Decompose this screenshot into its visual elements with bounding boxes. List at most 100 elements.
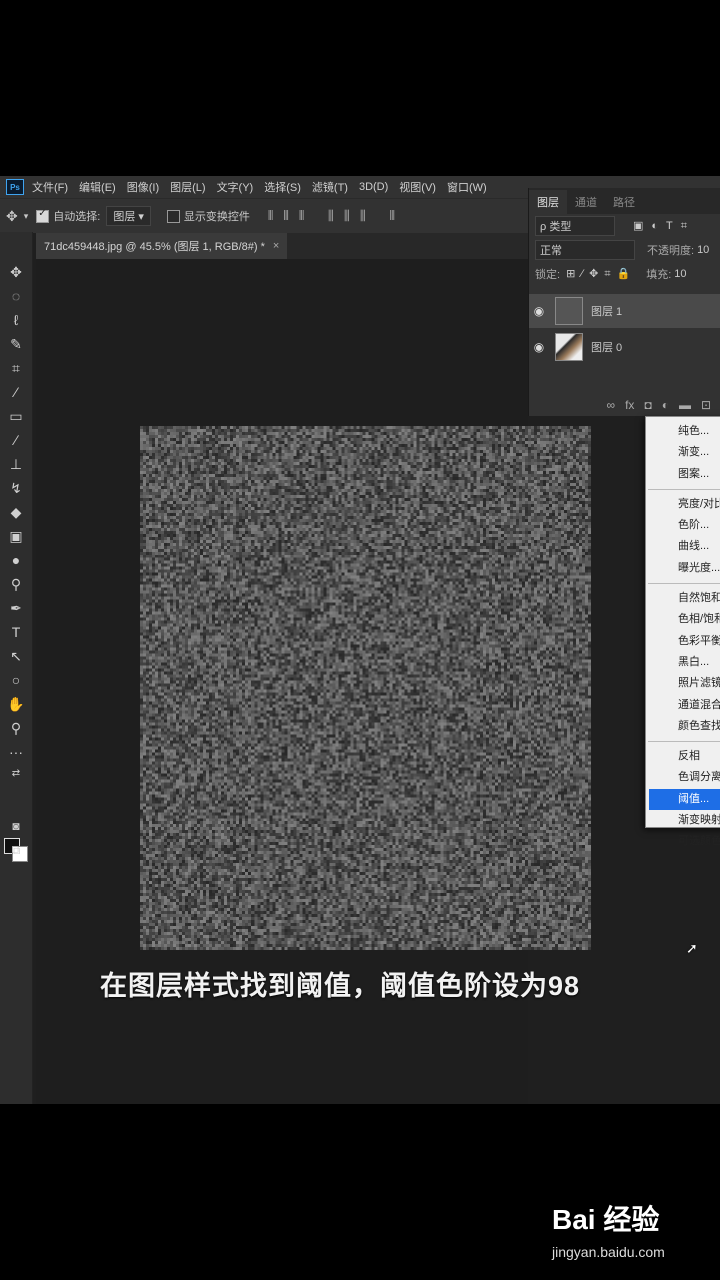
zoom-tool-icon[interactable]: ⚲: [0, 718, 32, 738]
menu-item-invert[interactable]: 反相: [646, 746, 720, 767]
menu-item-channel-mixer[interactable]: 通道混合: [646, 695, 720, 716]
tab-layers[interactable]: 图层: [529, 190, 567, 214]
document-tab-bar: 71dc459448.jpg @ 45.5% (图层 1, RGB/8#) * …: [36, 233, 528, 259]
gradient-tool-icon[interactable]: ▣: [0, 526, 32, 546]
opacity-value[interactable]: 10: [697, 244, 709, 256]
menu-filter[interactable]: 滤镜(T): [312, 179, 348, 195]
menu-item-threshold[interactable]: 阈值...: [649, 789, 720, 810]
layer-filter-dropdown[interactable]: ρ 类型: [535, 216, 615, 236]
brush-tool-icon[interactable]: ∕: [0, 430, 32, 450]
crop-tool-icon[interactable]: ⌗: [0, 358, 32, 378]
document-tab[interactable]: 71dc459448.jpg @ 45.5% (图层 1, RGB/8#) * …: [36, 233, 287, 259]
layers-panel: 图层 通道 路径 ρ 类型 ▣◐T⌗ 正常 不透明度: 10 锁定: ⊞∕✥⌗🔒…: [528, 188, 720, 416]
dodge-tool-icon[interactable]: ⚲: [0, 574, 32, 594]
menu-item-color-balance[interactable]: 色彩平衡: [646, 631, 720, 652]
lasso-tool-icon[interactable]: ℓ: [0, 310, 32, 330]
fill-value[interactable]: 10: [674, 268, 686, 280]
more-tools-icon[interactable]: ···: [0, 742, 32, 762]
menu-item-brightness-contrast[interactable]: 亮度/对比: [646, 494, 720, 515]
quick-mask-icon[interactable]: ◙: [0, 816, 32, 836]
layer-name: 图层 0: [591, 339, 622, 355]
quick-select-tool-icon[interactable]: ✎: [0, 334, 32, 354]
marquee-tool-icon[interactable]: ◌: [0, 286, 32, 306]
menu-item-selective-color[interactable]: 可选颜色: [646, 831, 720, 852]
auto-select-value: 图层: [113, 211, 135, 223]
blend-row: 正常 不透明度: 10: [529, 238, 720, 262]
eraser-tool-icon[interactable]: ◆: [0, 502, 32, 522]
menu-select[interactable]: 选择(S): [264, 179, 301, 195]
path-select-tool-icon[interactable]: ↖: [0, 646, 32, 666]
filter-icons[interactable]: ▣◐T⌗: [633, 219, 695, 233]
document-tab-title: 71dc459448.jpg @ 45.5% (图层 1, RGB/8#) *: [44, 238, 265, 254]
menu-item-black-white[interactable]: 黑白...: [646, 652, 720, 673]
layer-thumbnail: [555, 297, 583, 325]
ellipse-tool-icon[interactable]: ○: [0, 670, 32, 690]
photoshop-logo-icon: Ps: [6, 179, 24, 195]
chevron-down-icon[interactable]: ▾: [24, 211, 29, 222]
menu-3d[interactable]: 3D(D): [359, 181, 388, 193]
menu-image[interactable]: 图像(I): [127, 179, 159, 195]
adjustment-layer-icon[interactable]: ◐: [662, 398, 669, 412]
video-subtitle: 在图层样式找到阈值，阈值色阶设为98: [100, 964, 580, 1003]
menu-item-gradient-map[interactable]: 渐变映射: [646, 810, 720, 831]
fx-icon[interactable]: fx: [625, 398, 634, 412]
menu-layer[interactable]: 图层(L): [170, 179, 205, 195]
menu-separator: [648, 489, 720, 490]
layer-row[interactable]: ◉ 图层 1: [529, 294, 720, 328]
menu-edit[interactable]: 编辑(E): [79, 179, 116, 195]
auto-select-label: 自动选择:: [53, 208, 100, 224]
eye-icon[interactable]: ◉: [529, 304, 549, 318]
menu-separator: [648, 741, 720, 742]
baidu-jingyan-logo: Bai 经验: [552, 1198, 659, 1238]
mask-icon[interactable]: ◘: [644, 398, 651, 412]
lock-icons[interactable]: ⊞∕✥⌗🔒: [566, 267, 636, 281]
align-icons[interactable]: ⫴⫴⫴ ⫼⫼⫼ ⫴: [268, 208, 405, 224]
menu-item-gradient[interactable]: 渐变...: [646, 442, 720, 463]
layer-row[interactable]: ◉ 图层 0: [529, 330, 720, 364]
clone-stamp-tool-icon[interactable]: ⊥: [0, 454, 32, 474]
menu-item-photo-filter[interactable]: 照片滤镜: [646, 673, 720, 694]
show-transform-checkbox[interactable]: [167, 210, 180, 223]
menu-item-color-lookup[interactable]: 颜色查找: [646, 716, 720, 737]
menu-file[interactable]: 文件(F): [32, 179, 68, 195]
healing-brush-tool-icon[interactable]: ▭: [0, 406, 32, 426]
history-brush-tool-icon[interactable]: ↯: [0, 478, 32, 498]
show-transform-label: 显示变换控件: [184, 208, 250, 224]
folder-icon[interactable]: ▬: [679, 398, 691, 412]
tab-paths[interactable]: 路径: [605, 190, 643, 214]
fill-label: 填充:: [646, 266, 671, 282]
lock-label: 锁定:: [535, 266, 560, 282]
menu-item-vibrance[interactable]: 自然饱和: [646, 588, 720, 609]
hand-tool-icon[interactable]: ✋: [0, 694, 32, 714]
blur-tool-icon[interactable]: ●: [0, 550, 32, 570]
type-tool-icon[interactable]: T: [0, 622, 32, 642]
swap-colors-icon[interactable]: ⇄: [0, 764, 32, 784]
menu-item-pattern[interactable]: 图案...: [646, 464, 720, 485]
photoshop-window: Ps 文件(F) 编辑(E) 图像(I) 图层(L) 文字(Y) 选择(S) 滤…: [0, 176, 720, 1104]
menu-item-solid-color[interactable]: 纯色...: [646, 421, 720, 442]
menu-window[interactable]: 窗口(W): [447, 179, 487, 195]
document-canvas[interactable]: [140, 426, 591, 950]
menu-item-curves[interactable]: 曲线...: [646, 536, 720, 557]
menu-item-posterize[interactable]: 色调分离: [646, 767, 720, 788]
menu-item-hue-saturation[interactable]: 色相/饱和: [646, 609, 720, 630]
auto-select-dropdown[interactable]: 图层 ▾: [106, 206, 151, 226]
eye-icon[interactable]: ◉: [529, 340, 549, 354]
menu-item-exposure[interactable]: 曝光度...: [646, 558, 720, 579]
options-bar: ✥ ▾ 自动选择: 图层 ▾ 显示变换控件 ⫴⫴⫴ ⫼⫼⫼ ⫴: [0, 198, 528, 233]
eyedropper-tool-icon[interactable]: ⁄: [0, 382, 32, 402]
blend-mode-dropdown[interactable]: 正常: [535, 240, 635, 260]
move-tool-icon[interactable]: ✥: [6, 208, 18, 225]
menu-item-levels[interactable]: 色阶...: [646, 515, 720, 536]
pen-tool-icon[interactable]: ✒: [0, 598, 32, 618]
auto-select-checkbox[interactable]: [36, 210, 49, 223]
menu-view[interactable]: 视图(V): [399, 179, 436, 195]
watermark-url: jingyan.baidu.com: [552, 1244, 665, 1260]
tab-channels[interactable]: 通道: [567, 190, 605, 214]
new-layer-icon[interactable]: ⊡: [701, 398, 711, 412]
link-icon[interactable]: ∞: [607, 398, 616, 412]
screen-mode-icon[interactable]: ⧉: [0, 840, 32, 860]
move-tool-icon[interactable]: ✥: [0, 262, 32, 282]
menu-type[interactable]: 文字(Y): [217, 179, 254, 195]
close-icon[interactable]: ×: [273, 240, 279, 252]
